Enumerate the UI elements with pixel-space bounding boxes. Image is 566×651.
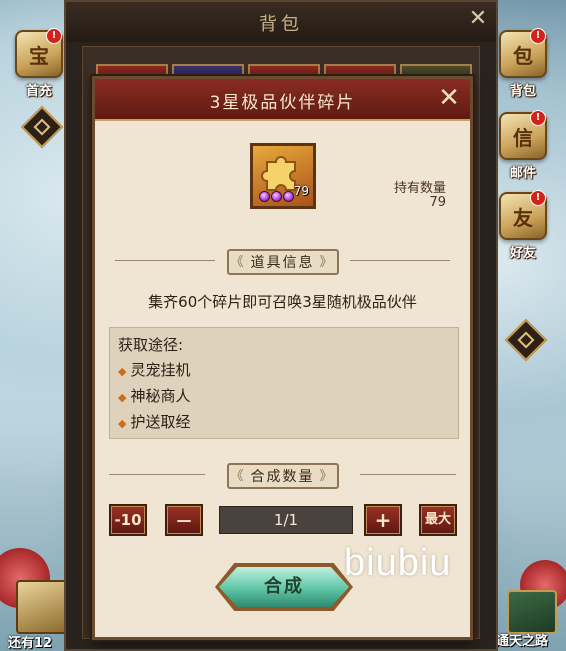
watermark-text: biubiu <box>344 542 452 584</box>
quantity-stepper: -10 — 1/1 + 最大 <box>109 504 461 538</box>
divider <box>109 474 205 475</box>
hold-quantity-label: 持有数量 <box>393 181 446 196</box>
plus-button[interactable]: + <box>364 504 402 536</box>
dialog-title: 3星极品伙伴碎片 <box>209 93 356 113</box>
obtain-method-label: 护送取经 <box>130 413 191 431</box>
obtain-method-label: 神秘商人 <box>130 387 191 405</box>
star-icon <box>271 191 282 202</box>
hold-quantity-value: 79 <box>429 195 446 210</box>
obtain-title: 获取途径: <box>118 336 184 354</box>
star-icon <box>283 191 294 202</box>
quantity-section-header: 合成数量 <box>95 463 470 489</box>
item-slot: 79 <box>250 143 316 209</box>
backpack-label: 背包 <box>509 84 536 99</box>
notification-badge: ! <box>46 28 62 44</box>
close-icon[interactable]: ✕ <box>436 85 462 111</box>
obtain-method-label: 灵宠挂机 <box>130 361 191 379</box>
divider <box>350 260 450 261</box>
friends-button[interactable]: 友 ! 好友 <box>494 190 552 261</box>
info-section-title: 道具信息 <box>226 249 339 275</box>
quantity-display: 1/1 <box>219 506 353 534</box>
divider <box>115 260 215 261</box>
tower-icon[interactable] <box>507 590 557 634</box>
max-button[interactable]: 最大 <box>419 504 457 536</box>
event-icon[interactable] <box>16 580 70 634</box>
notification-badge: ! <box>530 190 546 206</box>
tower-label: 通天之路 <box>496 634 549 649</box>
obtain-methods-box: 获取途径: ◆ 灵宠挂机 ◆ 神秘商人 ◆ 护送取经 <box>109 327 459 439</box>
obtain-method-item[interactable]: ◆ 神秘商人 <box>118 384 450 410</box>
diamond-bullet-icon: ◆ <box>118 391 127 404</box>
info-section-header: 道具信息 <box>95 249 470 275</box>
notification-badge: ! <box>530 28 546 44</box>
minus-button[interactable]: — <box>165 504 203 536</box>
star-rating <box>259 191 294 202</box>
friends-label: 好友 <box>509 246 536 261</box>
backpack-title: 背包 <box>259 14 303 35</box>
diamond-bullet-icon: ◆ <box>118 365 127 378</box>
obtain-method-item[interactable]: ◆ 灵宠挂机 <box>118 358 450 384</box>
quantity-section-title: 合成数量 <box>226 463 339 489</box>
mail-label: 邮件 <box>509 166 536 181</box>
backpack-close-icon[interactable]: ✕ <box>466 8 490 32</box>
compose-button[interactable]: 合成 <box>219 567 349 607</box>
obtain-method-item[interactable]: ◆ 护送取经 <box>118 410 450 436</box>
divider <box>360 474 456 475</box>
mail-button[interactable]: 信 ! 邮件 <box>494 110 552 181</box>
event-countdown-label: 还有12 <box>8 636 53 651</box>
star-icon <box>259 191 270 202</box>
minus-ten-button[interactable]: -10 <box>109 504 147 536</box>
item-count: 79 <box>293 184 309 198</box>
diamond-bullet-icon: ◆ <box>118 417 127 430</box>
backpack-title-bar: 背包 ✕ <box>66 2 496 42</box>
first-recharge-label: 首充 <box>25 84 52 99</box>
dialog-header: 3星极品伙伴碎片 ✕ <box>95 79 470 121</box>
item-description: 集齐60个碎片即可召唤3星随机极品伙伴 <box>148 293 417 311</box>
backpack-button[interactable]: 包 ! 背包 <box>494 28 552 99</box>
notification-badge: ! <box>530 110 546 126</box>
first-recharge-button[interactable]: 宝 ! 首充 <box>10 28 68 99</box>
